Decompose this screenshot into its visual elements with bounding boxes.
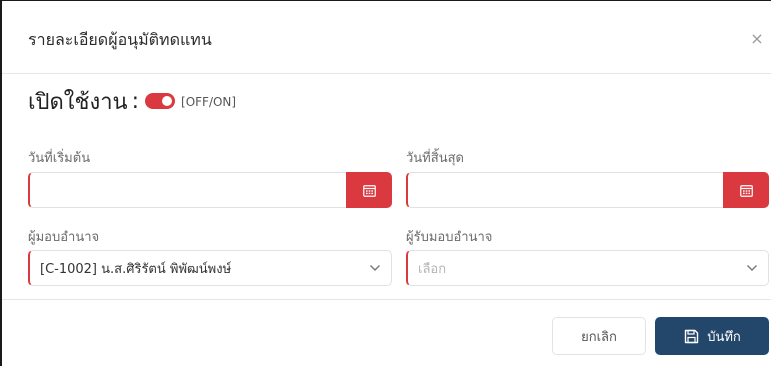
start-date-input[interactable] <box>28 172 346 208</box>
start-date-calendar-button[interactable] <box>346 172 392 208</box>
delegate-select[interactable]: เลือก <box>406 250 769 286</box>
toggle-hint: [OFF/ON] <box>181 95 237 109</box>
end-date-input[interactable] <box>406 172 723 208</box>
save-button[interactable]: บันทึก <box>655 317 769 355</box>
delegator-select[interactable]: [C-1002] น.ส.ศิริรัตน์ พิพัฒน์พงษ์ <box>28 250 392 286</box>
end-date-calendar-button[interactable] <box>723 172 769 208</box>
start-date-label: วันที่เริ่มต้น <box>28 151 91 166</box>
modal-title: รายละเอียดผู้อนุมัติทดแทน <box>28 30 212 49</box>
toggle-knob <box>162 96 173 106</box>
end-date-group <box>406 172 769 208</box>
enable-label: เปิดใช้งาน <box>28 89 128 115</box>
chevron-down-icon <box>369 262 381 274</box>
footer-divider <box>2 299 771 300</box>
calendar-icon <box>739 184 753 197</box>
close-icon[interactable]: × <box>747 29 767 49</box>
modal-header: รายละเอียดผู้อนุมัติทดแทน × <box>2 1 771 74</box>
enable-colon: : <box>131 88 140 114</box>
floppy-disk-icon <box>683 328 699 344</box>
enable-toggle[interactable] <box>145 93 176 109</box>
delegator-label: ผู้มอบอำนาจ <box>28 230 100 245</box>
delegator-value: [C-1002] น.ส.ศิริรัตน์ พิพัฒน์พงษ์ <box>40 261 232 277</box>
start-date-group <box>28 172 392 208</box>
cancel-button[interactable]: ยกเลิก <box>552 317 646 355</box>
enable-row: เปิดใช้งาน : [OFF/ON] <box>28 85 236 117</box>
chevron-down-icon <box>746 262 758 274</box>
delegate-placeholder: เลือก <box>418 261 447 277</box>
delegate-label: ผู้รับมอบอำนาจ <box>406 230 493 245</box>
end-date-label: วันที่สิ้นสุด <box>406 151 464 166</box>
calendar-icon <box>362 184 376 197</box>
save-button-label: บันทึก <box>707 329 741 345</box>
approver-detail-modal: รายละเอียดผู้อนุมัติทดแทน × เปิดใช้งาน :… <box>0 0 771 366</box>
